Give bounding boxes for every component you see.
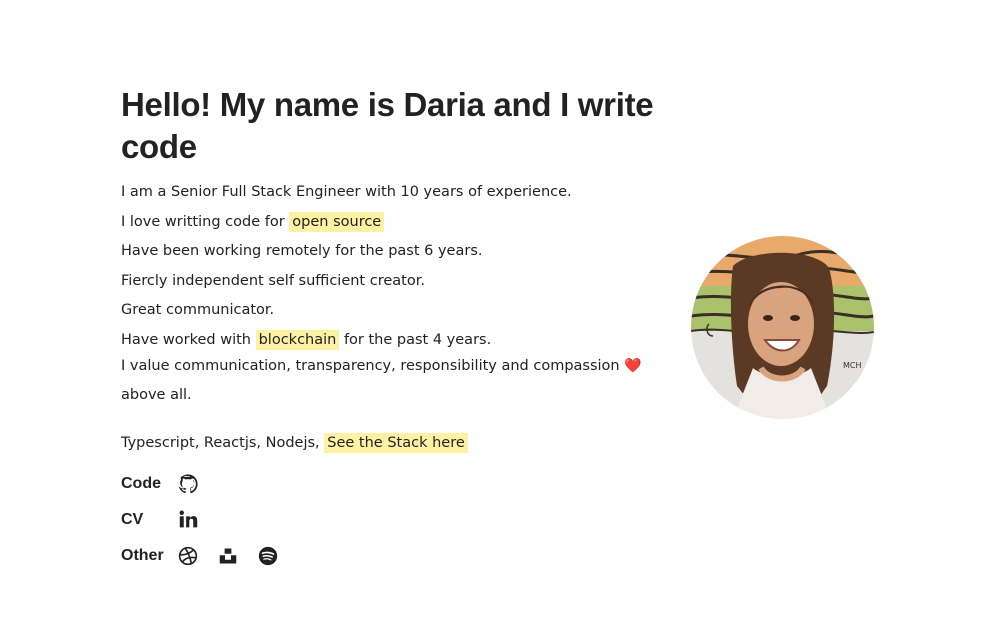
values-prefix: I value communication, transparency, res… [121,357,620,374]
intro-line-values: I value communication, transparency, res… [121,352,661,410]
stack-prefix: Typescript, Reactjs, Nodejs, [121,434,320,451]
stack-link[interactable]: See the Stack here [324,432,468,453]
other-label: Other [121,546,164,564]
intro-line-experience: I am a Senior Full Stack Engineer with 1… [121,184,572,200]
intro-line-independent: Fiercly independent self sufficient crea… [121,272,425,289]
intro-line-blockchain: Have worked with blockchain for the past… [121,329,661,351]
intro-line-stack: Typescript, Reactjs, Nodejs, See the Sta… [121,432,661,454]
other-links-row: Other [121,538,661,574]
unsplash-icon[interactable] [217,545,239,567]
blockchain-link[interactable]: blockchain [255,329,340,350]
social-links: Code CV Other [121,466,661,574]
blockchain-prefix: Have worked with [121,331,251,348]
github-icon[interactable] [177,473,199,495]
svg-text:MCH: MCH [843,361,862,370]
page-title: Hello! My name is Daria and I write code [121,86,654,165]
intro-line-remote: Have been working remotely for the past … [121,243,483,259]
open-source-link[interactable]: open source [289,211,385,232]
intro-line-open-source: I love writting code for open source [121,211,661,233]
code-label: Code [121,474,161,492]
heart-emoji-icon: ❤️ [624,357,642,374]
code-links-row: Code [121,466,661,502]
cv-label: CV [121,510,144,528]
values-suffix: above all. [121,386,192,403]
dribbble-icon[interactable] [177,545,199,567]
avatar: MCH [691,236,874,419]
spotify-icon[interactable] [257,545,279,567]
blockchain-suffix: for the past 4 years. [343,331,492,348]
open-source-prefix: I love writting code for [121,213,285,230]
linkedin-icon[interactable] [177,509,199,531]
intro-line-communicator: Great communicator. [121,302,275,318]
page: Hello! My name is Daria and I write code… [0,0,1000,633]
cv-links-row: CV [121,502,661,538]
intro-section: Hello! My name is Daria and I write code… [121,84,661,574]
